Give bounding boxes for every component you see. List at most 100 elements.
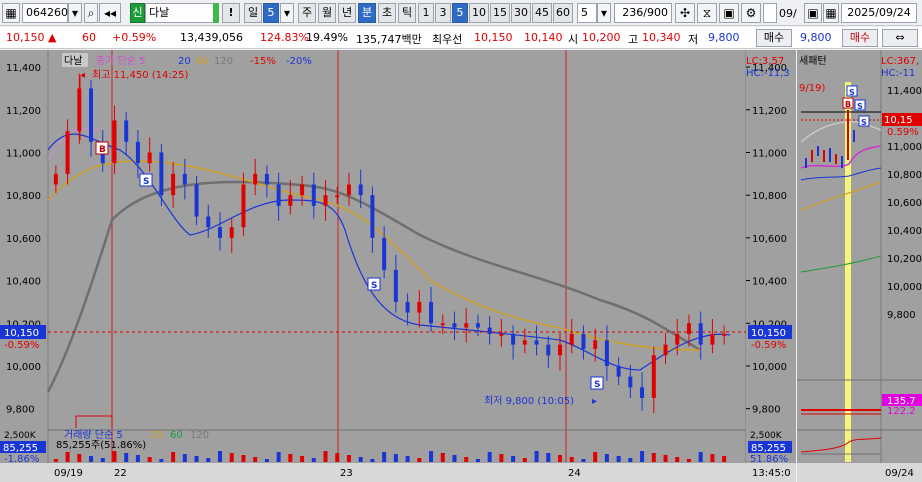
candle-body[interactable]: [628, 376, 633, 388]
candle-body[interactable]: [65, 131, 70, 174]
candle-body[interactable]: [604, 340, 609, 366]
mini-chart-panel[interactable]: 세패턴 LC:367, HC:-11 9/19) S B S S 11,400 …: [797, 50, 922, 482]
mini-save-icon[interactable]: ▣: [804, 3, 822, 23]
day-button[interactable]: 일: [244, 3, 262, 23]
interval-15[interactable]: 15: [490, 3, 510, 23]
candle-body[interactable]: [710, 333, 715, 345]
candle-body[interactable]: [440, 323, 445, 326]
candle-body[interactable]: [382, 237, 387, 270]
candle-body[interactable]: [393, 269, 398, 302]
mini-signal-s3[interactable]: S: [858, 115, 870, 127]
candle-body[interactable]: [358, 184, 363, 196]
candle-body[interactable]: [698, 323, 703, 345]
candle-body[interactable]: [722, 333, 727, 336]
week-button[interactable]: 주: [298, 3, 316, 23]
candle-body[interactable]: [581, 333, 586, 349]
interval-3[interactable]: 3: [435, 3, 451, 23]
candle-body[interactable]: [206, 216, 211, 228]
candle-body[interactable]: [182, 173, 187, 185]
candle-body[interactable]: [686, 323, 691, 334]
candle-body[interactable]: [475, 323, 480, 328]
candle-body[interactable]: [511, 333, 516, 345]
candle-body[interactable]: [370, 195, 375, 238]
speaker-icon[interactable]: ◂◂: [99, 3, 121, 23]
candle-body[interactable]: [229, 227, 234, 238]
candle-body[interactable]: [569, 333, 574, 345]
candle-body[interactable]: [346, 184, 351, 196]
candle-body[interactable]: [112, 120, 117, 164]
interval-30[interactable]: 30: [511, 3, 531, 23]
interval-60[interactable]: 60: [553, 3, 573, 23]
mini-buy-button[interactable]: 매수: [842, 29, 878, 47]
mini-signal-b[interactable]: B: [842, 97, 854, 109]
save-icon[interactable]: ▣: [719, 3, 739, 23]
interval-10[interactable]: 10: [469, 3, 489, 23]
date-field[interactable]: 2025/09/24: [841, 3, 917, 23]
candle-body[interactable]: [311, 184, 316, 206]
candle-body[interactable]: [159, 152, 164, 196]
stock-code-field[interactable]: 064260: [22, 3, 68, 23]
interval-1[interactable]: 1: [418, 3, 434, 23]
mini-signal-s2[interactable]: S: [854, 99, 866, 111]
code-dropdown-icon[interactable]: ▾: [68, 3, 82, 23]
candle-body[interactable]: [593, 340, 598, 349]
month-button[interactable]: 월: [318, 3, 336, 23]
grid-menu-icon[interactable]: ▦: [2, 3, 20, 23]
candle-body[interactable]: [335, 195, 340, 198]
candle-body[interactable]: [487, 327, 492, 334]
day-count-select[interactable]: 5: [263, 3, 279, 23]
candle-body[interactable]: [300, 184, 305, 196]
candle-body[interactable]: [276, 184, 281, 206]
candle-body[interactable]: [288, 195, 293, 206]
candle-body[interactable]: [640, 387, 645, 398]
signal-s3[interactable]: S: [590, 376, 604, 390]
main-chart-panel[interactable]: ◂ 최고 11,450 (14:25) 최저 9,800 (10:05) ▸ B…: [0, 50, 796, 482]
candle-body[interactable]: [651, 355, 656, 398]
panel-toggle-icon[interactable]: ⇔: [882, 29, 918, 47]
candle-body[interactable]: [89, 88, 94, 142]
price-chart[interactable]: ◂ 최고 11,450 (14:25) 최저 9,800 (10:05) ▸ B…: [0, 50, 796, 482]
candle-body[interactable]: [53, 173, 58, 185]
candle-body[interactable]: [405, 301, 410, 313]
candle-body[interactable]: [218, 227, 222, 238]
interval-select[interactable]: 5: [577, 3, 597, 23]
second-button[interactable]: 초: [378, 3, 396, 23]
candle-body[interactable]: [558, 344, 562, 356]
mini-calendar-icon[interactable]: ▦: [823, 3, 839, 23]
candle-body[interactable]: [546, 344, 551, 356]
year-button[interactable]: 년: [338, 3, 356, 23]
day-dropdown-icon[interactable]: ▾: [280, 3, 294, 23]
candle-body[interactable]: [147, 152, 152, 164]
bar-count-field[interactable]: 236/900: [614, 3, 672, 23]
signal-s1[interactable]: S: [139, 173, 153, 187]
candle-body[interactable]: [534, 340, 539, 345]
candle-body[interactable]: [323, 195, 328, 206]
crosshair-icon[interactable]: ✣: [675, 3, 695, 23]
candle-body[interactable]: [253, 173, 258, 185]
buy-button[interactable]: 매수: [756, 29, 792, 47]
interval-45[interactable]: 45: [532, 3, 552, 23]
mini-signal-s1[interactable]: S: [846, 85, 858, 97]
candle-body[interactable]: [522, 340, 527, 345]
mini-chart[interactable]: 세패턴 LC:367, HC:-11 9/19) S B S S 11,4001…: [797, 50, 922, 482]
stock-name-field[interactable]: 다날: [145, 3, 215, 23]
interval-dropdown-icon[interactable]: ▾: [597, 3, 611, 23]
candle-body[interactable]: [264, 173, 269, 185]
signal-b[interactable]: B: [95, 141, 109, 155]
indicator-icon[interactable]: ⧖: [697, 3, 717, 23]
alert-button[interactable]: !: [222, 3, 240, 23]
candle-body[interactable]: [675, 333, 680, 345]
date-checkbox[interactable]: [763, 3, 777, 23]
candle-body[interactable]: [429, 301, 434, 324]
candle-body[interactable]: [616, 365, 621, 377]
candle-body[interactable]: [124, 120, 129, 142]
candle-body[interactable]: [77, 88, 82, 132]
minute-button[interactable]: 분: [358, 3, 376, 23]
candle-body[interactable]: [194, 184, 199, 217]
candle-body[interactable]: [135, 141, 140, 164]
candle-body[interactable]: [241, 184, 246, 228]
search-icon[interactable]: ⌕: [84, 3, 98, 23]
candle-body[interactable]: [171, 173, 176, 196]
candle-body[interactable]: [452, 323, 457, 328]
candle-body[interactable]: [464, 323, 469, 328]
